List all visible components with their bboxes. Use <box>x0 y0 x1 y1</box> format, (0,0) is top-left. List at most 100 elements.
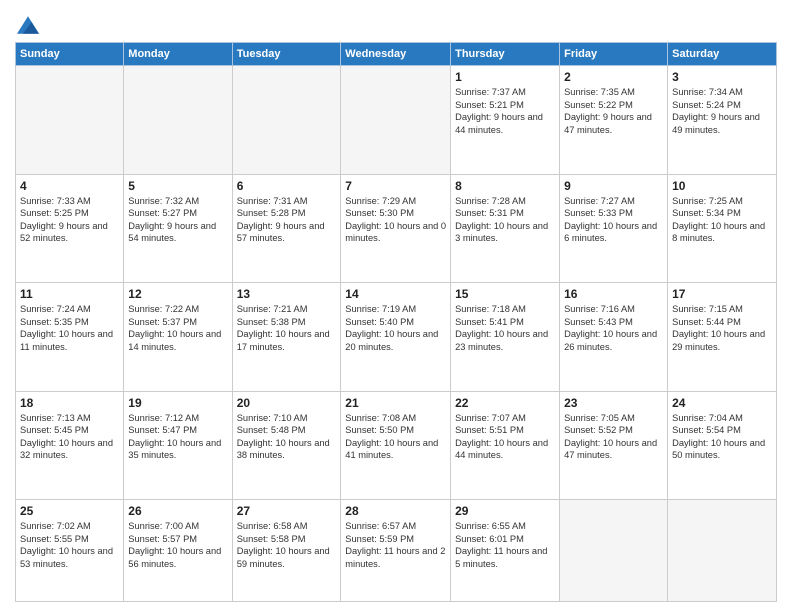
day-info: Sunrise: 6:58 AMSunset: 5:58 PMDaylight:… <box>237 520 337 570</box>
day-info: Sunrise: 7:05 AMSunset: 5:52 PMDaylight:… <box>564 412 663 462</box>
calendar-header-tuesday: Tuesday <box>232 43 341 66</box>
calendar-cell: 20Sunrise: 7:10 AMSunset: 5:48 PMDayligh… <box>232 391 341 500</box>
day-number: 4 <box>20 178 119 194</box>
calendar-cell: 29Sunrise: 6:55 AMSunset: 6:01 PMDayligh… <box>451 500 560 602</box>
day-number: 10 <box>672 178 772 194</box>
day-info: Sunrise: 7:32 AMSunset: 5:27 PMDaylight:… <box>128 195 227 245</box>
calendar-week-2: 4Sunrise: 7:33 AMSunset: 5:25 PMDaylight… <box>16 174 777 283</box>
day-info: Sunrise: 7:10 AMSunset: 5:48 PMDaylight:… <box>237 412 337 462</box>
day-number: 5 <box>128 178 227 194</box>
calendar-week-4: 18Sunrise: 7:13 AMSunset: 5:45 PMDayligh… <box>16 391 777 500</box>
day-info: Sunrise: 6:57 AMSunset: 5:59 PMDaylight:… <box>345 520 446 570</box>
day-info: Sunrise: 7:34 AMSunset: 5:24 PMDaylight:… <box>672 86 772 136</box>
day-info: Sunrise: 7:29 AMSunset: 5:30 PMDaylight:… <box>345 195 446 245</box>
day-info: Sunrise: 7:15 AMSunset: 5:44 PMDaylight:… <box>672 303 772 353</box>
day-info: Sunrise: 7:04 AMSunset: 5:54 PMDaylight:… <box>672 412 772 462</box>
day-number: 16 <box>564 286 663 302</box>
day-number: 22 <box>455 395 555 411</box>
calendar-cell: 9Sunrise: 7:27 AMSunset: 5:33 PMDaylight… <box>560 174 668 283</box>
day-info: Sunrise: 7:02 AMSunset: 5:55 PMDaylight:… <box>20 520 119 570</box>
day-number: 23 <box>564 395 663 411</box>
calendar-cell: 23Sunrise: 7:05 AMSunset: 5:52 PMDayligh… <box>560 391 668 500</box>
day-info: Sunrise: 7:24 AMSunset: 5:35 PMDaylight:… <box>20 303 119 353</box>
day-info: Sunrise: 7:28 AMSunset: 5:31 PMDaylight:… <box>455 195 555 245</box>
day-info: Sunrise: 7:35 AMSunset: 5:22 PMDaylight:… <box>564 86 663 136</box>
day-number: 8 <box>455 178 555 194</box>
calendar-header-sunday: Sunday <box>16 43 124 66</box>
calendar-cell: 27Sunrise: 6:58 AMSunset: 5:58 PMDayligh… <box>232 500 341 602</box>
calendar-cell: 21Sunrise: 7:08 AMSunset: 5:50 PMDayligh… <box>341 391 451 500</box>
day-number: 2 <box>564 69 663 85</box>
calendar-cell: 10Sunrise: 7:25 AMSunset: 5:34 PMDayligh… <box>668 174 777 283</box>
day-number: 11 <box>20 286 119 302</box>
day-number: 12 <box>128 286 227 302</box>
day-number: 24 <box>672 395 772 411</box>
calendar-cell: 18Sunrise: 7:13 AMSunset: 5:45 PMDayligh… <box>16 391 124 500</box>
day-info: Sunrise: 7:08 AMSunset: 5:50 PMDaylight:… <box>345 412 446 462</box>
day-info: Sunrise: 7:31 AMSunset: 5:28 PMDaylight:… <box>237 195 337 245</box>
day-number: 20 <box>237 395 337 411</box>
calendar-cell: 28Sunrise: 6:57 AMSunset: 5:59 PMDayligh… <box>341 500 451 602</box>
day-number: 29 <box>455 503 555 519</box>
calendar-cell <box>124 66 232 175</box>
calendar-cell: 11Sunrise: 7:24 AMSunset: 5:35 PMDayligh… <box>16 283 124 392</box>
calendar-cell: 19Sunrise: 7:12 AMSunset: 5:47 PMDayligh… <box>124 391 232 500</box>
day-number: 14 <box>345 286 446 302</box>
calendar-cell <box>560 500 668 602</box>
calendar-cell: 8Sunrise: 7:28 AMSunset: 5:31 PMDaylight… <box>451 174 560 283</box>
calendar-cell: 24Sunrise: 7:04 AMSunset: 5:54 PMDayligh… <box>668 391 777 500</box>
calendar-header-row: SundayMondayTuesdayWednesdayThursdayFrid… <box>16 43 777 66</box>
calendar-cell: 1Sunrise: 7:37 AMSunset: 5:21 PMDaylight… <box>451 66 560 175</box>
day-number: 9 <box>564 178 663 194</box>
day-info: Sunrise: 6:55 AMSunset: 6:01 PMDaylight:… <box>455 520 555 570</box>
calendar-cell: 3Sunrise: 7:34 AMSunset: 5:24 PMDaylight… <box>668 66 777 175</box>
calendar-cell: 5Sunrise: 7:32 AMSunset: 5:27 PMDaylight… <box>124 174 232 283</box>
calendar-cell: 15Sunrise: 7:18 AMSunset: 5:41 PMDayligh… <box>451 283 560 392</box>
calendar-cell: 6Sunrise: 7:31 AMSunset: 5:28 PMDaylight… <box>232 174 341 283</box>
day-number: 25 <box>20 503 119 519</box>
calendar-cell <box>16 66 124 175</box>
day-number: 21 <box>345 395 446 411</box>
day-info: Sunrise: 7:25 AMSunset: 5:34 PMDaylight:… <box>672 195 772 245</box>
day-number: 19 <box>128 395 227 411</box>
day-number: 17 <box>672 286 772 302</box>
calendar-cell: 7Sunrise: 7:29 AMSunset: 5:30 PMDaylight… <box>341 174 451 283</box>
calendar-cell: 12Sunrise: 7:22 AMSunset: 5:37 PMDayligh… <box>124 283 232 392</box>
calendar-cell: 4Sunrise: 7:33 AMSunset: 5:25 PMDaylight… <box>16 174 124 283</box>
day-number: 26 <box>128 503 227 519</box>
day-number: 6 <box>237 178 337 194</box>
calendar-cell: 26Sunrise: 7:00 AMSunset: 5:57 PMDayligh… <box>124 500 232 602</box>
day-info: Sunrise: 7:22 AMSunset: 5:37 PMDaylight:… <box>128 303 227 353</box>
day-number: 7 <box>345 178 446 194</box>
calendar-header-thursday: Thursday <box>451 43 560 66</box>
calendar-cell: 17Sunrise: 7:15 AMSunset: 5:44 PMDayligh… <box>668 283 777 392</box>
day-info: Sunrise: 7:00 AMSunset: 5:57 PMDaylight:… <box>128 520 227 570</box>
day-info: Sunrise: 7:16 AMSunset: 5:43 PMDaylight:… <box>564 303 663 353</box>
calendar-cell: 25Sunrise: 7:02 AMSunset: 5:55 PMDayligh… <box>16 500 124 602</box>
logo <box>15 14 39 36</box>
calendar-header-monday: Monday <box>124 43 232 66</box>
day-info: Sunrise: 7:21 AMSunset: 5:38 PMDaylight:… <box>237 303 337 353</box>
page: SundayMondayTuesdayWednesdayThursdayFrid… <box>0 0 792 612</box>
day-info: Sunrise: 7:19 AMSunset: 5:40 PMDaylight:… <box>345 303 446 353</box>
calendar-cell <box>341 66 451 175</box>
calendar-cell <box>232 66 341 175</box>
day-info: Sunrise: 7:12 AMSunset: 5:47 PMDaylight:… <box>128 412 227 462</box>
calendar-week-5: 25Sunrise: 7:02 AMSunset: 5:55 PMDayligh… <box>16 500 777 602</box>
header <box>15 10 777 36</box>
day-info: Sunrise: 7:07 AMSunset: 5:51 PMDaylight:… <box>455 412 555 462</box>
calendar-header-wednesday: Wednesday <box>341 43 451 66</box>
calendar-cell: 13Sunrise: 7:21 AMSunset: 5:38 PMDayligh… <box>232 283 341 392</box>
calendar-cell <box>668 500 777 602</box>
day-number: 28 <box>345 503 446 519</box>
calendar-cell: 22Sunrise: 7:07 AMSunset: 5:51 PMDayligh… <box>451 391 560 500</box>
day-info: Sunrise: 7:37 AMSunset: 5:21 PMDaylight:… <box>455 86 555 136</box>
day-info: Sunrise: 7:18 AMSunset: 5:41 PMDaylight:… <box>455 303 555 353</box>
day-info: Sunrise: 7:27 AMSunset: 5:33 PMDaylight:… <box>564 195 663 245</box>
calendar-cell: 14Sunrise: 7:19 AMSunset: 5:40 PMDayligh… <box>341 283 451 392</box>
day-number: 3 <box>672 69 772 85</box>
day-number: 18 <box>20 395 119 411</box>
logo-icon <box>17 14 39 36</box>
calendar-week-1: 1Sunrise: 7:37 AMSunset: 5:21 PMDaylight… <box>16 66 777 175</box>
day-number: 13 <box>237 286 337 302</box>
